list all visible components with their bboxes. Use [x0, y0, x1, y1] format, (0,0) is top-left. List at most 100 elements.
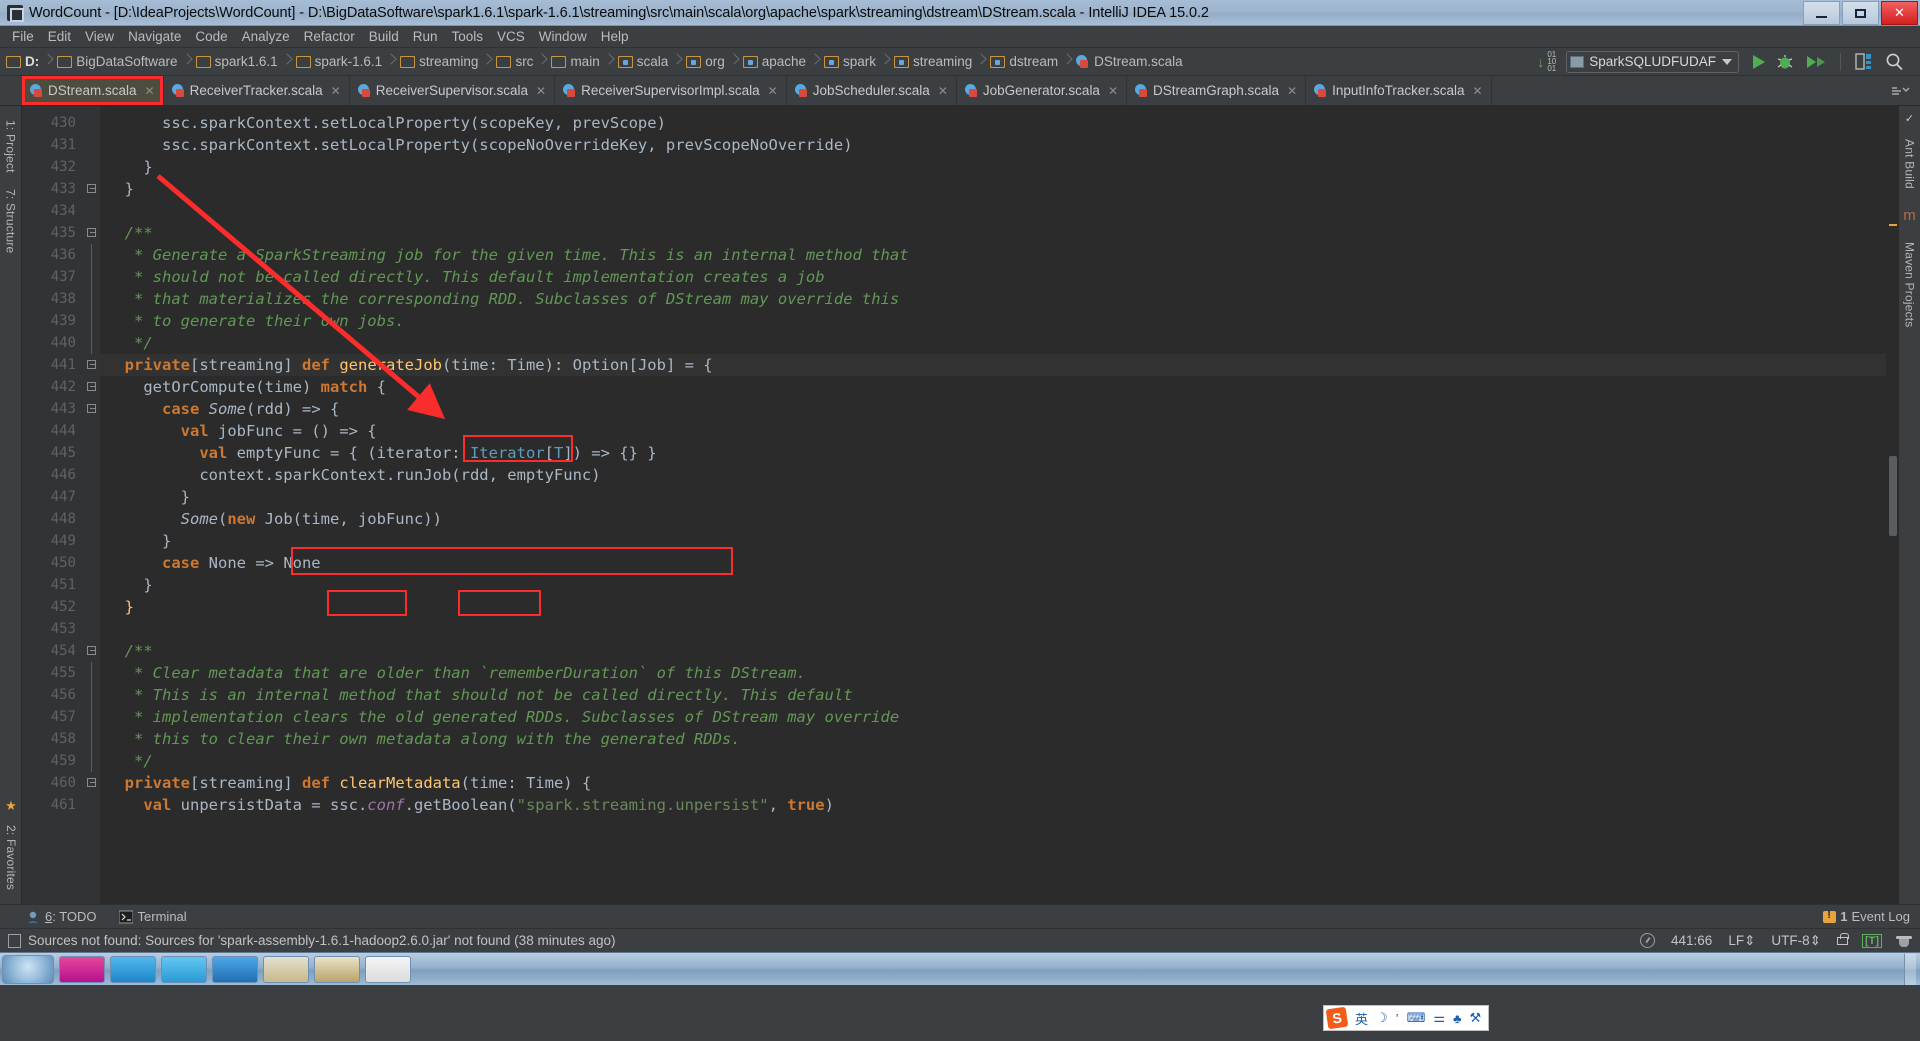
code-line[interactable]: } [100, 178, 1886, 200]
code-line[interactable]: val jobFunc = () => { [100, 420, 1886, 442]
breadcrumb-item-streaming[interactable]: streaming [894, 54, 972, 69]
menu-item-vcs[interactable]: VCS [490, 28, 532, 45]
ime-item-0[interactable]: 英 [1355, 1009, 1368, 1028]
sidebar-item-favorites[interactable]: 2: Favorites [2, 817, 20, 898]
search-icon[interactable] [1885, 53, 1904, 71]
menu-item-view[interactable]: View [78, 28, 121, 45]
fold-marker[interactable] [84, 640, 100, 662]
code-line[interactable]: } [100, 530, 1886, 552]
code-line[interactable]: * that materializes the corresponding RD… [100, 288, 1886, 310]
show-desktop-button[interactable] [1904, 953, 1916, 985]
menu-item-code[interactable]: Code [188, 28, 234, 45]
taskbar-app-2[interactable] [110, 955, 156, 983]
menu-item-tools[interactable]: Tools [445, 28, 491, 45]
taskbar-app-explorer[interactable] [263, 955, 309, 983]
sidebar-item-ant-build[interactable]: Ant Build [1901, 131, 1919, 197]
editor-tab-jobgenerator-scala[interactable]: JobGenerator.scala ✕ [956, 76, 1128, 105]
code-line[interactable]: * implementation clears the old generate… [100, 706, 1886, 728]
menu-item-help[interactable]: Help [594, 28, 636, 45]
code-line[interactable]: /** [100, 640, 1886, 662]
taskbar-app-3[interactable] [161, 955, 207, 983]
menu-item-window[interactable]: Window [532, 28, 594, 45]
taskbar-app-7[interactable] [365, 955, 411, 983]
fold-marker[interactable] [84, 178, 100, 200]
menu-item-navigate[interactable]: Navigate [121, 28, 188, 45]
tool-window-todo[interactable]: 6: TODO [26, 909, 97, 924]
run-button[interactable] [1753, 54, 1765, 69]
editor-tab-dstream-scala[interactable]: DStream.scala ✕ [22, 76, 164, 105]
code-line[interactable]: } [100, 156, 1886, 178]
breadcrumb-item-bigdatasoftware[interactable]: BigDataSoftware [57, 54, 178, 69]
code-line[interactable]: * Clear metadata that are older than `re… [100, 662, 1886, 684]
breadcrumb-item-main[interactable]: main [551, 54, 600, 69]
editor-scrollbar[interactable] [1886, 106, 1898, 904]
ime-item-4[interactable]: ⚌ [1433, 1010, 1445, 1026]
code-line[interactable]: * Generate a SparkStreaming job for the … [100, 244, 1886, 266]
caret-position[interactable]: 441:66 [1671, 933, 1712, 948]
line-separator[interactable]: LF⇕ [1728, 933, 1755, 949]
sogou-logo-icon[interactable]: S [1325, 1006, 1349, 1030]
fold-marker[interactable] [84, 376, 100, 398]
code-line[interactable]: context.sparkContext.runJob(rdd, emptyFu… [100, 464, 1886, 486]
menu-item-refactor[interactable]: Refactor [297, 28, 362, 45]
editor-tab-receiversupervisorimpl-scala[interactable]: ReceiverSupervisorImpl.scala ✕ [555, 76, 787, 105]
breadcrumb-item-spark-1.6.1[interactable]: spark-1.6.1 [295, 54, 382, 69]
close-button[interactable]: ✕ [1881, 1, 1918, 25]
tab-close-icon[interactable]: ✕ [1472, 84, 1482, 98]
ime-language-bar[interactable]: S 英 ☽ ’ ⌨ ⚌ ♣ ⚒ [1323, 1005, 1490, 1031]
breadcrumb-item-dstream.scala[interactable]: DStream.scala [1076, 54, 1183, 69]
code-line[interactable]: */ [100, 332, 1886, 354]
read-only-lock-icon[interactable] [1836, 932, 1849, 945]
code-line[interactable]: * this to clear their own metadata along… [100, 728, 1886, 750]
project-structure-button[interactable] [1855, 53, 1873, 70]
code-line[interactable] [100, 200, 1886, 222]
code-line[interactable]: private[streaming] def clearMetadata(tim… [100, 772, 1886, 794]
ime-item-6[interactable]: ⚒ [1470, 1010, 1482, 1026]
maximize-button[interactable] [1842, 1, 1879, 25]
download-icon[interactable]: ↓ [1537, 54, 1544, 70]
hector-icon[interactable] [1896, 934, 1912, 948]
code-line[interactable]: * to generate their own jobs. [100, 310, 1886, 332]
breadcrumb-item-dstream[interactable]: dstream [990, 54, 1058, 69]
code-line[interactable]: case Some(rdd) => { [100, 398, 1886, 420]
menu-item-analyze[interactable]: Analyze [235, 28, 297, 45]
code-line[interactable]: Some(new Job(time, jobFunc)) [100, 508, 1886, 530]
breadcrumb-item-org[interactable]: org [686, 54, 725, 69]
code-folding-column[interactable] [84, 106, 100, 904]
fold-marker[interactable] [84, 222, 100, 244]
ime-item-2[interactable]: ’ [1396, 1011, 1399, 1026]
taskbar-app-6[interactable] [314, 955, 360, 983]
code-line[interactable]: ssc.sparkContext.setLocalProperty(scopeN… [100, 134, 1886, 156]
fold-marker[interactable] [84, 772, 100, 794]
code-line[interactable]: val emptyFunc = { (iterator: Iterator[T]… [100, 442, 1886, 464]
editor-tab-dstreamgraph-scala[interactable]: DStreamGraph.scala ✕ [1127, 76, 1307, 105]
menu-item-run[interactable]: Run [406, 28, 445, 45]
sidebar-item-project[interactable]: 1: Project [2, 112, 20, 181]
editor-tab-receivertracker-scala[interactable]: ReceiverTracker.scala ✕ [163, 76, 350, 105]
sidebar-item-maven-projects[interactable]: Maven Projects [1901, 234, 1919, 336]
breadcrumb-item-streaming[interactable]: streaming [400, 54, 478, 69]
tool-window-terminal[interactable]: Terminal [118, 909, 187, 924]
debug-button[interactable] [1777, 54, 1794, 70]
menu-item-file[interactable]: File [5, 28, 41, 45]
warning-marker[interactable] [1889, 224, 1897, 226]
status-message[interactable]: Sources not found: Sources for 'spark-as… [28, 933, 616, 948]
breadcrumb-item-apache[interactable]: apache [742, 54, 806, 69]
run-with-coverage-button[interactable] [1806, 54, 1826, 70]
menu-item-build[interactable]: Build [362, 28, 406, 45]
editor-tab-receiversupervisor-scala[interactable]: ReceiverSupervisor.scala ✕ [349, 76, 556, 105]
start-button[interactable] [2, 954, 54, 984]
code-line[interactable]: */ [100, 750, 1886, 772]
text-mode-badge[interactable]: [T] [1861, 933, 1882, 948]
file-encoding[interactable]: UTF-8⇕ [1771, 933, 1821, 949]
fold-marker[interactable] [84, 398, 100, 420]
breadcrumb-item-spark[interactable]: spark [824, 54, 876, 69]
taskbar-app-1[interactable] [59, 955, 105, 983]
tab-close-icon[interactable]: ✕ [1108, 84, 1118, 98]
ime-item-3[interactable]: ⌨ [1407, 1010, 1426, 1026]
fold-marker[interactable] [84, 354, 100, 376]
scrollbar-thumb[interactable] [1889, 456, 1897, 536]
ime-item-1[interactable]: ☽ [1376, 1010, 1388, 1026]
tab-close-icon[interactable]: ✕ [331, 84, 341, 98]
code-line[interactable]: * This is an internal method that should… [100, 684, 1886, 706]
